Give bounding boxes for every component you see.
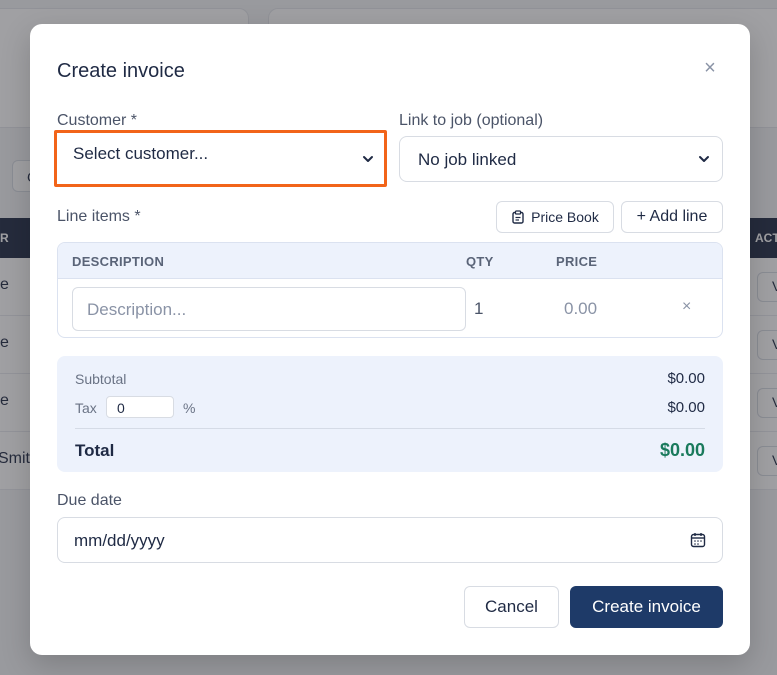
remove-line-icon[interactable]: × <box>682 298 691 316</box>
close-icon[interactable]: × <box>700 58 720 78</box>
customer-select-value: Select customer... <box>73 144 209 163</box>
column-qty: QTY <box>466 254 494 269</box>
dialog-title: Create invoice <box>57 60 185 82</box>
line-items-header: DESCRIPTION QTY PRICE <box>58 243 722 279</box>
line-items-table: DESCRIPTION QTY PRICE Description... 1 0… <box>57 242 723 338</box>
tax-value: $0.00 <box>667 399 705 416</box>
calendar-icon[interactable] <box>690 532 706 548</box>
cancel-button[interactable]: Cancel <box>464 586 559 628</box>
line-items-label: Line items * <box>57 208 141 225</box>
subtotal-value: $0.00 <box>667 370 705 387</box>
column-price: PRICE <box>556 254 598 269</box>
total-value: $0.00 <box>659 440 705 460</box>
due-date-input[interactable]: mm/dd/yyyy <box>57 517 723 563</box>
add-line-button[interactable]: + Add line <box>621 201 723 233</box>
price-input[interactable]: 0.00 <box>564 299 597 319</box>
price-book-label: Price Book <box>531 209 599 225</box>
chevron-down-icon <box>699 156 709 162</box>
job-select[interactable]: No job linked <box>399 136 723 182</box>
total-label: Total <box>75 441 115 460</box>
create-invoice-button[interactable]: Create invoice <box>570 586 723 628</box>
tax-rate-input[interactable]: 0 <box>106 396 174 418</box>
totals-panel: Subtotal $0.00 Tax 0 % $0.00 Total $0.00 <box>57 356 723 472</box>
qty-input[interactable]: 1 <box>474 299 483 319</box>
create-invoice-dialog: Create invoice × Customer * Select custo… <box>30 24 750 655</box>
due-date-label: Due date <box>57 492 122 509</box>
due-date-placeholder: mm/dd/yyyy <box>74 531 165 550</box>
column-description: DESCRIPTION <box>72 254 165 269</box>
job-label: Link to job (optional) <box>399 112 544 129</box>
chevron-down-icon <box>363 156 373 162</box>
subtotal-label: Subtotal <box>75 371 127 387</box>
tax-unit: % <box>183 400 196 416</box>
customer-label: Customer * <box>57 112 138 129</box>
price-book-button[interactable]: Price Book <box>496 201 614 233</box>
description-input[interactable]: Description... <box>72 287 466 331</box>
totals-divider <box>75 428 705 429</box>
customer-select[interactable]: Select customer... <box>54 130 387 187</box>
tax-label: Tax <box>75 400 97 416</box>
job-select-value: No job linked <box>418 150 517 169</box>
clipboard-icon <box>512 210 524 224</box>
